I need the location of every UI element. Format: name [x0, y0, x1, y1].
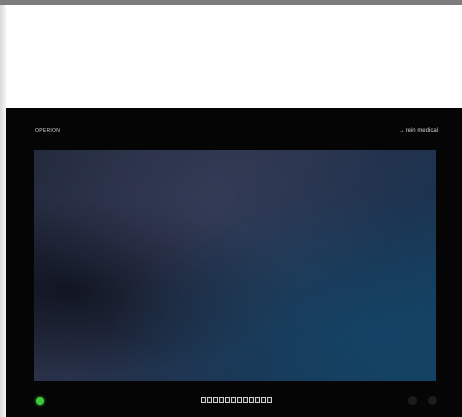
control-button-strip [201, 397, 273, 403]
control-button-3[interactable] [213, 397, 218, 403]
control-button-11[interactable] [261, 397, 266, 403]
control-button-4[interactable] [219, 397, 224, 403]
brand-label-left: OPERION [35, 128, 61, 134]
round-button-1[interactable] [408, 396, 417, 405]
control-button-7[interactable] [237, 397, 242, 403]
control-button-1[interactable] [201, 397, 206, 403]
round-button-2[interactable] [428, 396, 437, 405]
control-button-10[interactable] [255, 397, 260, 403]
control-button-2[interactable] [207, 397, 212, 403]
brand-text: rein medical [405, 128, 438, 134]
power-led-icon [36, 397, 44, 405]
control-button-5[interactable] [225, 397, 230, 403]
control-button-9[interactable] [249, 397, 254, 403]
brand-label-right: → rein medical [399, 128, 438, 134]
monitor-bezel: OPERION → rein medical [6, 108, 462, 417]
background-area [6, 5, 462, 108]
control-button-12[interactable] [267, 397, 272, 403]
control-button-8[interactable] [243, 397, 248, 403]
rein-logo-mark-icon: → [398, 128, 405, 134]
monitor-screen [34, 150, 436, 381]
control-button-6[interactable] [231, 397, 236, 403]
